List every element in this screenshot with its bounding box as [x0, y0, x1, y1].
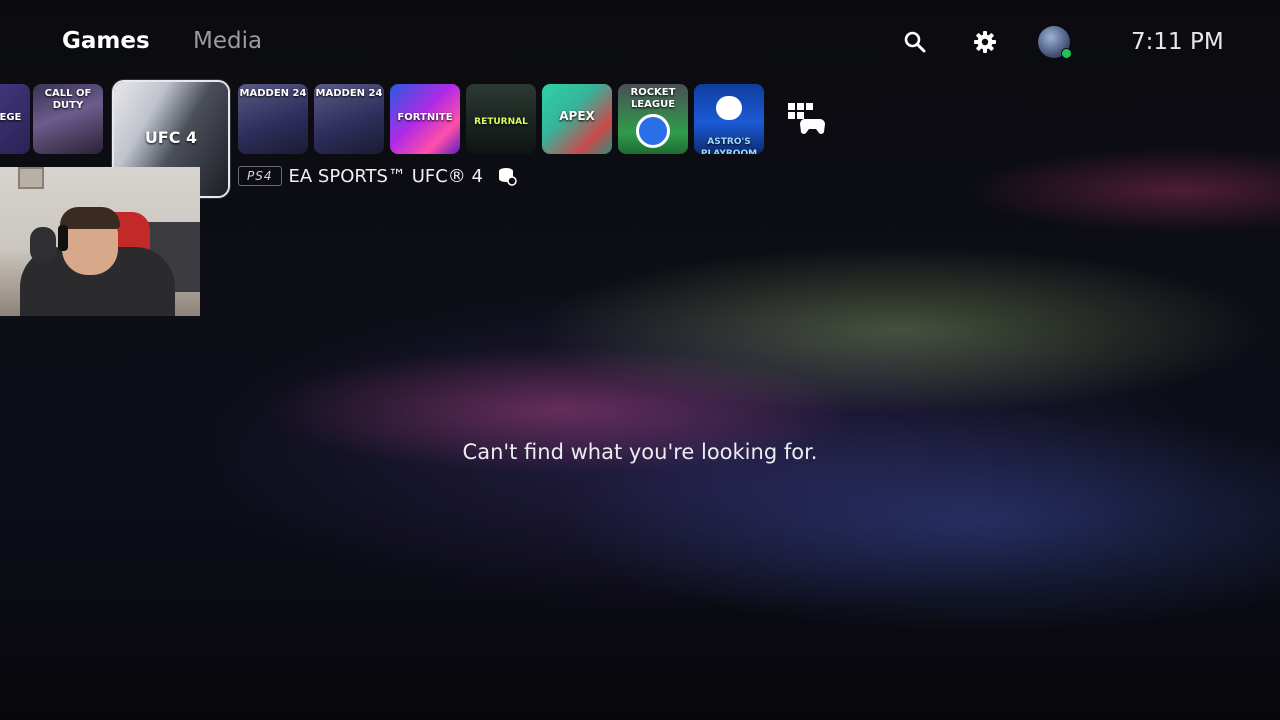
tab-media[interactable]: Media	[193, 28, 262, 54]
headset-icon	[58, 225, 68, 251]
download-status-icon	[497, 166, 517, 186]
game-tile-call-of-duty[interactable]: CALL OF DUTY	[33, 84, 103, 154]
tile-caption: MADDEN 24	[315, 88, 383, 99]
tile-caption: CALL OF DUTY	[44, 88, 92, 111]
tile-caption: MADDEN 24	[239, 88, 307, 99]
user-avatar[interactable]	[1038, 26, 1072, 59]
platform-badge: PS4	[238, 166, 282, 186]
tile-caption: RETURNAL	[474, 117, 528, 127]
webcam-overlay	[0, 167, 200, 316]
game-library-icon[interactable]	[771, 84, 841, 154]
tile-caption: UFC 4	[144, 128, 198, 147]
astro-bot-icon	[716, 96, 742, 120]
tile-caption: ASTRO'S PLAYROOM	[700, 137, 758, 154]
person-arm	[30, 227, 56, 263]
search-icon[interactable]	[899, 26, 931, 58]
tab-games[interactable]: Games	[62, 28, 150, 54]
top-bar: Games Media 7:11 PM	[0, 0, 1280, 84]
game-tile-apex[interactable]: APEX	[542, 84, 612, 154]
game-tile-siege[interactable]: SIEGE	[0, 84, 30, 154]
game-tile-fortnite[interactable]: FORTNITE	[390, 84, 460, 154]
person-hair	[60, 207, 120, 229]
tile-caption: FORTNITE	[397, 112, 453, 123]
clock: 7:11 PM	[1131, 29, 1224, 55]
gear-icon[interactable]	[969, 26, 1001, 58]
game-tile-madden-24[interactable]: MADDEN 24	[238, 84, 308, 154]
wall-picture	[18, 167, 44, 189]
selected-game-info: PS4 EA SPORTS™ UFC® 4	[238, 164, 517, 188]
game-tile-madden-24[interactable]: MADDEN 24	[314, 84, 384, 154]
game-tile-returnal[interactable]: RETURNAL	[466, 84, 536, 154]
game-tile-astro-playroom[interactable]: ASTRO'S PLAYROOM	[694, 84, 764, 154]
empty-state-message: Can't find what you're looking for.	[462, 440, 818, 464]
tile-caption: SIEGE	[0, 112, 22, 123]
tile-caption: APEX	[559, 109, 595, 123]
online-status-dot	[1061, 48, 1072, 59]
game-tile-rocket-league[interactable]: ROCKET LEAGUE	[618, 84, 688, 154]
tile-caption: ROCKET LEAGUE	[630, 87, 676, 110]
rocket-league-logo-icon	[636, 114, 670, 148]
selected-game-title: EA SPORTS™ UFC® 4	[288, 165, 483, 187]
